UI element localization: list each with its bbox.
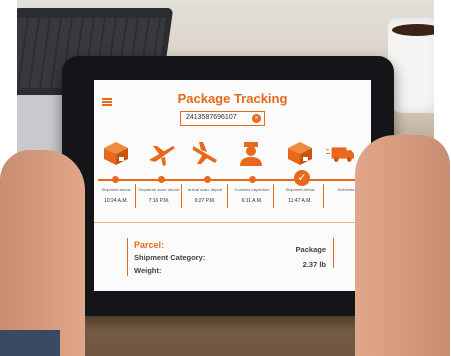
step-time: 7:16 P.M. xyxy=(148,198,170,204)
shipment-category-value: Package xyxy=(295,245,326,254)
step-divider xyxy=(227,184,228,208)
clear-icon[interactable]: × xyxy=(252,114,261,123)
progress-dot xyxy=(249,176,256,183)
delivery-truck-icon xyxy=(326,147,354,162)
page-title: Package Tracking xyxy=(177,91,288,106)
details-accent-bar xyxy=(127,238,128,276)
parcel-heading: Parcel: xyxy=(134,240,165,250)
step-label: Shipment arrival xyxy=(285,187,315,192)
progress-track xyxy=(98,179,363,181)
step-label: Shipment arrival xyxy=(101,187,131,192)
package-icon xyxy=(104,142,128,165)
tracking-number-field[interactable]: 2413587696107 × xyxy=(180,111,265,126)
step-divider xyxy=(181,184,182,208)
plane-depart-icon xyxy=(149,146,175,166)
coffee xyxy=(392,24,434,36)
left-hand xyxy=(0,150,85,356)
shipment-category-label: Shipment Category: xyxy=(134,253,206,262)
step-label: Departure scan: airport xyxy=(138,187,180,192)
sleeve xyxy=(0,330,60,356)
step-label: Customs inspection xyxy=(234,187,270,192)
weight-value: 2.37 lb xyxy=(302,260,326,269)
step-time: 9:27 P.M. xyxy=(194,198,216,204)
step-time: 11:47 A.M. xyxy=(288,198,312,204)
tablet-screen: Package Tracking 2413587696107 × ✓ Shipm… xyxy=(94,80,371,291)
section-divider xyxy=(94,222,371,223)
step-label: Arrival scan: airport xyxy=(187,187,223,192)
step-time: 6:11 A.M. xyxy=(241,198,263,204)
inspector-icon xyxy=(240,142,262,166)
coffee-mug xyxy=(388,18,434,113)
checkmark-icon: ✓ xyxy=(294,170,310,186)
plane-arrive-icon xyxy=(193,142,217,164)
progress-dot xyxy=(158,176,165,183)
right-hand xyxy=(355,135,450,356)
package-icon xyxy=(288,142,312,165)
progress-dot xyxy=(112,176,119,183)
details-accent-bar xyxy=(333,238,334,268)
weight-label: Weight: xyxy=(134,266,162,275)
tracking-number: 2413587696107 xyxy=(186,114,237,121)
progress-dot xyxy=(204,176,211,183)
step-time: 10:24 A.M. xyxy=(104,198,128,204)
